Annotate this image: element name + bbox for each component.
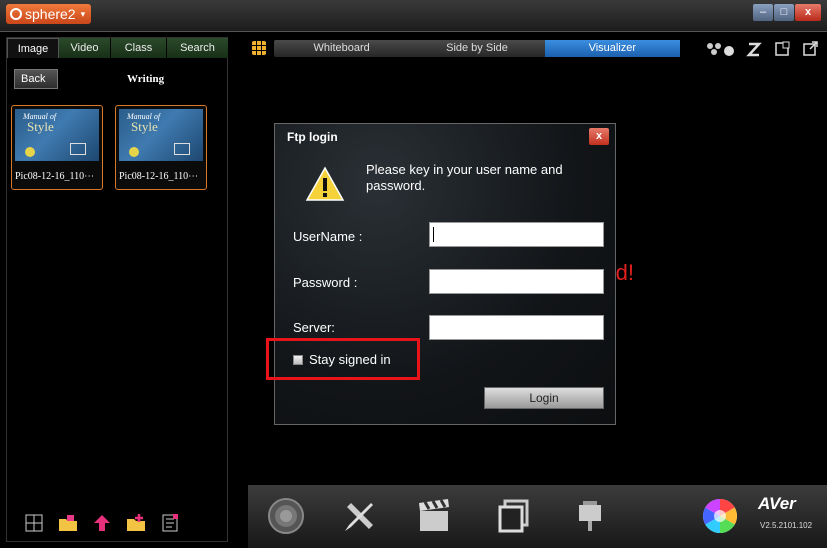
- library-tabs: Image Video Class Search: [7, 38, 229, 58]
- sphere-logo-icon: [10, 8, 22, 20]
- folder-title: Writing: [127, 73, 165, 85]
- library-panel: Image Video Class Search Back Writing Ma…: [6, 37, 229, 542]
- clapper-icon[interactable]: [414, 497, 454, 535]
- new-folder-icon[interactable]: [126, 513, 146, 533]
- tab-class[interactable]: Class: [111, 38, 167, 58]
- back-button[interactable]: Back: [14, 69, 58, 89]
- folder-icon[interactable]: [58, 513, 78, 533]
- warning-icon: [305, 166, 345, 202]
- title-bar: sphere2 ▾ – □ x: [0, 0, 827, 32]
- dialog-message: Please key in your user name and passwor…: [366, 162, 563, 193]
- bottom-toolbar: AVer V2.5.2101.102: [248, 485, 827, 548]
- thumbnail-image: Manual of Style: [119, 109, 203, 161]
- layout-icon[interactable]: [24, 513, 44, 533]
- minimize-button[interactable]: –: [753, 4, 773, 21]
- tools-icon[interactable]: [340, 497, 380, 535]
- username-field[interactable]: [429, 222, 604, 247]
- chevron-down-icon: ▾: [80, 8, 86, 19]
- upload-arrow-icon[interactable]: [92, 513, 112, 533]
- thumbnail-image: Manual of Style: [15, 109, 99, 161]
- external-icon[interactable]: [801, 40, 819, 57]
- tab-image[interactable]: Image: [7, 38, 59, 58]
- maximize-button[interactable]: □: [774, 4, 794, 21]
- capture-icon[interactable]: [773, 40, 791, 57]
- mode-visualizer[interactable]: Visualizer: [544, 40, 680, 57]
- dialog-title-bar: Ftp login x: [275, 124, 615, 150]
- camera-lens-icon[interactable]: [266, 497, 306, 535]
- server-label: Server:: [293, 320, 335, 335]
- top-right-tools: [705, 40, 819, 57]
- library-toolbar: [6, 503, 228, 543]
- tab-video[interactable]: Video: [59, 38, 111, 58]
- dialog-close-button[interactable]: x: [589, 128, 609, 145]
- presenter-icon[interactable]: [570, 497, 610, 535]
- thumbnail-caption: Pic08-12-16_110⋯: [119, 171, 199, 182]
- username-label: UserName :: [293, 229, 363, 244]
- color-wheel-icon[interactable]: [700, 497, 740, 535]
- app-menu-button[interactable]: sphere2 ▾: [6, 4, 92, 24]
- mode-nav: Whiteboard Side by Side Visualizer: [248, 37, 827, 59]
- app-title: sphere2: [25, 6, 76, 22]
- password-label: Password :: [293, 275, 358, 290]
- tab-search[interactable]: Search: [167, 38, 229, 58]
- mode-whiteboard[interactable]: Whiteboard: [274, 40, 409, 57]
- dialog-title: Ftp login: [287, 130, 338, 144]
- grid-menu-icon[interactable]: [252, 41, 266, 55]
- thumbnail-caption: Pic08-12-16_110⋯: [15, 171, 95, 182]
- photos-icon[interactable]: [494, 497, 534, 535]
- login-button[interactable]: Login: [484, 387, 604, 409]
- password-field[interactable]: [429, 269, 604, 294]
- highlight-box: [266, 338, 420, 380]
- notes-icon[interactable]: [160, 513, 180, 533]
- people-share-icon[interactable]: [705, 40, 735, 57]
- close-button[interactable]: x: [795, 4, 821, 21]
- mode-side-by-side[interactable]: Side by Side: [409, 40, 544, 57]
- brand-logo: AVer: [758, 494, 796, 513]
- mode-switcher: Whiteboard Side by Side Visualizer: [274, 40, 680, 57]
- sleep-icon[interactable]: [745, 40, 763, 57]
- thumbnail-item[interactable]: Manual of Style Pic08-12-16_110⋯: [11, 105, 103, 190]
- version-label: V2.5.2101.102: [760, 521, 813, 530]
- thumbnail-item[interactable]: Manual of Style Pic08-12-16_110⋯: [115, 105, 207, 190]
- server-field[interactable]: [429, 315, 604, 340]
- window-controls: – □ x: [753, 4, 821, 21]
